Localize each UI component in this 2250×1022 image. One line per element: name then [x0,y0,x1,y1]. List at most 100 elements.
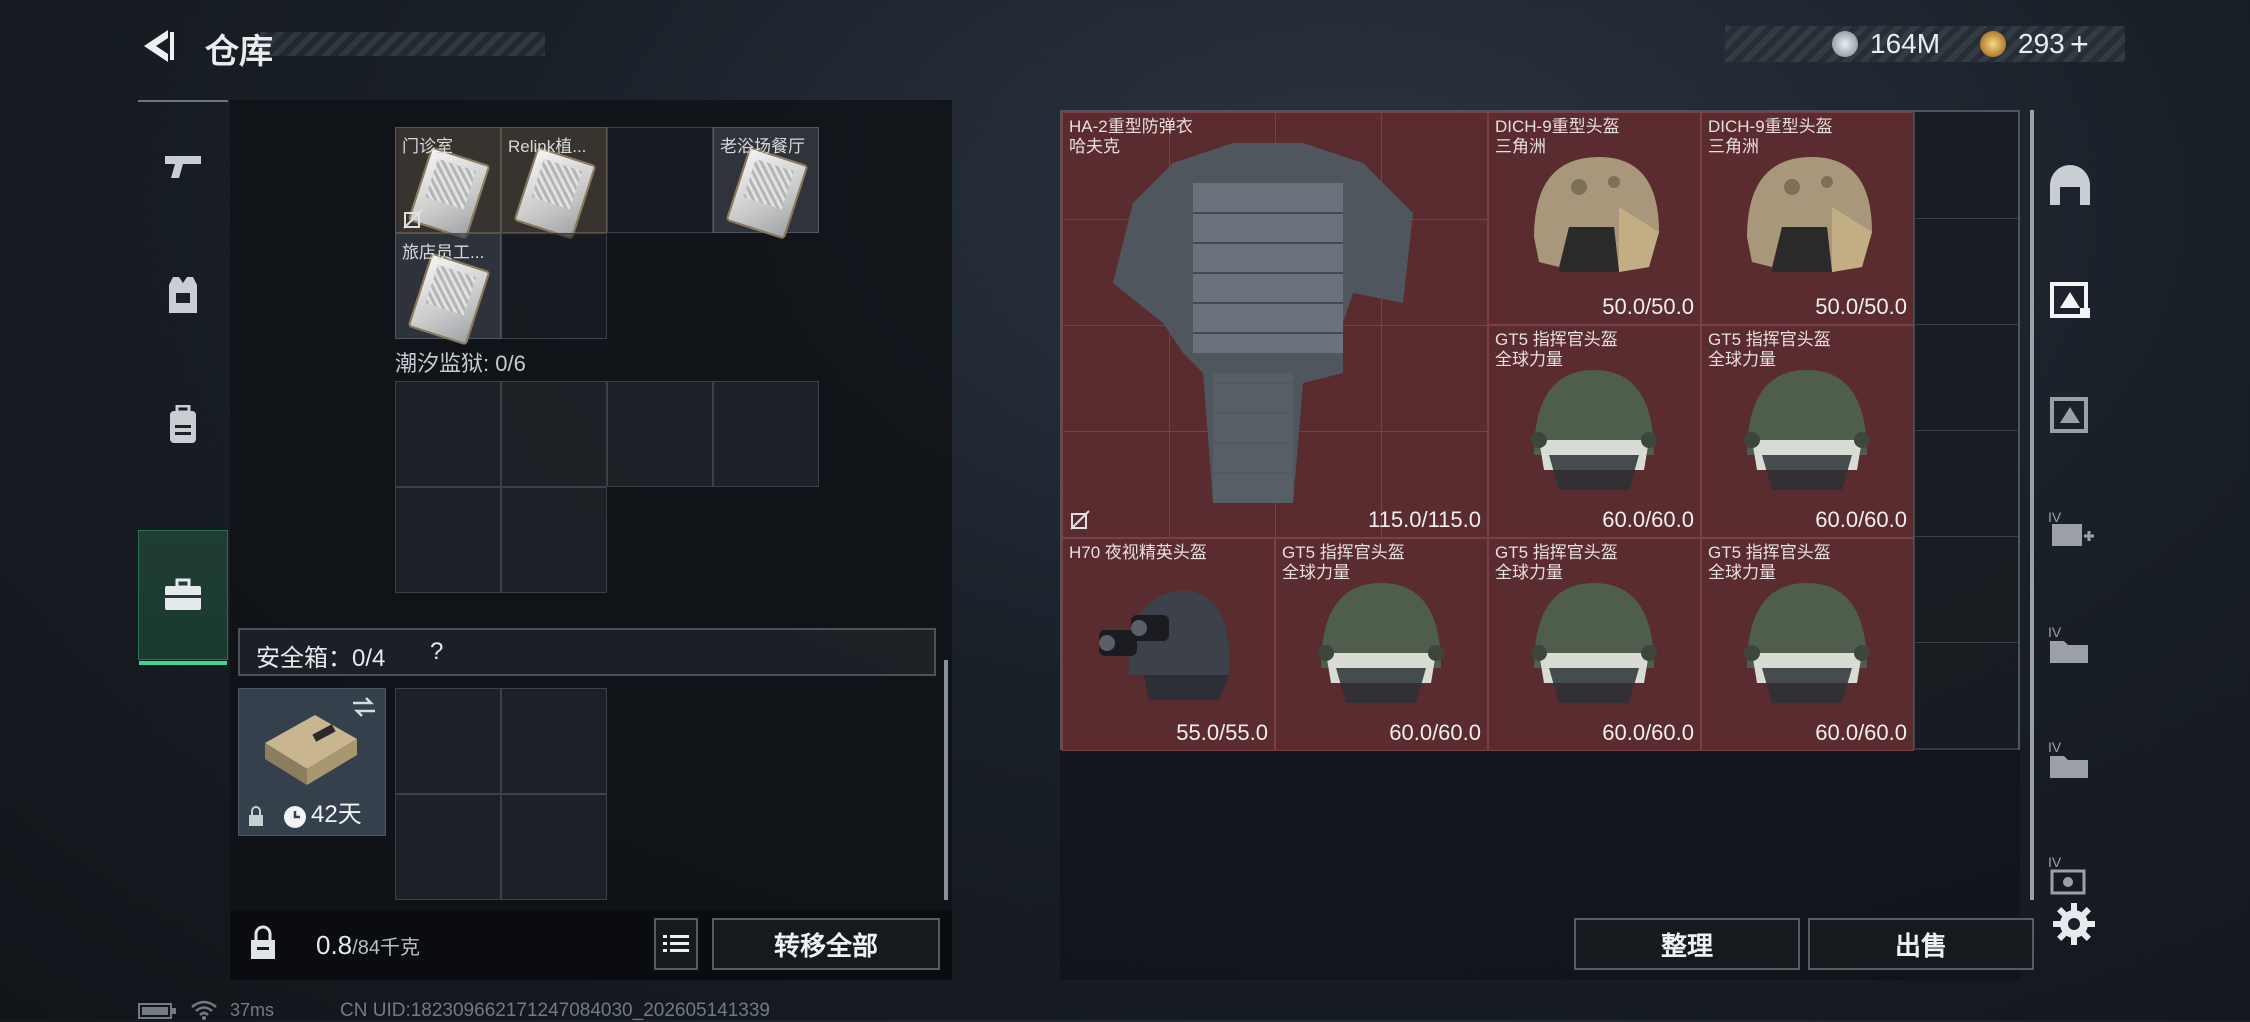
add-currency-button[interactable]: + [2070,26,2089,63]
empty-slot[interactable] [501,381,607,487]
stash-item-helmet[interactable]: GT5 指挥官头盔 全球力量 60.0/60.0 [1701,325,1914,538]
empty-slot[interactable] [713,381,819,487]
empty-slot[interactable] [395,487,501,593]
item-name: DICH-9重型头盔 三角洲 [1708,117,1833,156]
helmet-gt5-image [1531,370,1657,490]
clock-icon [284,806,306,828]
stash-item-helmet[interactable]: GT5 指挥官头盔 全球力量 60.0/60.0 [1275,538,1488,751]
key-card-slot[interactable]: Relink植... [501,127,607,240]
unbound-icon [403,209,423,229]
svg-text:IV: IV [2048,739,2062,755]
empty-slot[interactable] [607,127,713,233]
item-name: GT5 指挥官头盔 全球力量 [1708,330,1831,369]
weight-lock-icon[interactable] [248,925,278,961]
armor-vest-image [1113,143,1413,503]
stash-item-helmet[interactable]: H70 夜视精英头盔 55.0/55.0 [1062,538,1275,751]
empty-slot[interactable] [1914,112,2018,750]
nav-backpack[interactable] [138,360,228,490]
item-durability: 50.0/50.0 [1815,294,1907,319]
storage-box-icon [2050,282,2090,318]
gold-token-icon [1980,31,2006,57]
safebox-days: 42天 [311,801,362,828]
safebox-help-button[interactable]: ? [430,638,443,666]
backpack-icon [170,405,196,443]
nav-weapons[interactable] [138,100,228,232]
key-card-label: Relink植... [508,137,587,156]
item-durability: 60.0/60.0 [1389,720,1481,745]
empty-slot[interactable] [501,688,607,794]
stash-item-helmet[interactable]: GT5 指挥官头盔 全球力量 60.0/60.0 [1488,325,1701,538]
stash-item-helmet[interactable]: DICH-9重型头盔 三角洲 50.0/50.0 [1488,112,1701,325]
stash-item-helmet[interactable]: DICH-9重型头盔 三角洲 50.0/50.0 [1701,112,1914,325]
key-card-slot[interactable]: 老浴场餐厅 [713,127,819,240]
stash-item-helmet[interactable]: GT5 指挥官头盔 全球力量 60.0/60.0 [1701,538,1914,751]
key-card-label: 门诊室 [402,137,453,156]
empty-slot[interactable] [501,233,607,339]
helmet-gt5-image [1744,583,1870,703]
empty-slot[interactable] [501,487,607,593]
armor-vest-icon [169,277,197,313]
weight-current: 0.8 [316,930,353,960]
keycard-icon [725,146,809,240]
left-scrollbar[interactable] [944,660,948,900]
empty-slot[interactable] [395,381,501,487]
currency-coins-value: 164M [1870,28,1941,59]
keycard-icon [513,146,597,240]
helmet-h70-image [1099,590,1230,700]
item-durability: 60.0/60.0 [1602,507,1694,532]
key-card-slot[interactable]: 旅店员工... [395,233,501,346]
page-title: 仓库 [205,33,273,71]
stash-item-helmet[interactable]: GT5 指挥官头盔 全球力量 60.0/60.0 [1488,538,1701,751]
coin-icon [1832,31,1858,57]
svg-text:IV: IV [2048,854,2062,870]
empty-slot[interactable] [395,688,501,794]
item-durability: 60.0/60.0 [1815,507,1907,532]
item-name: GT5 指挥官头盔 全球力量 [1708,543,1831,582]
empty-slot[interactable] [395,794,501,900]
item-durability: 115.0/115.0 [1368,507,1481,532]
vault-icon [2050,165,2090,205]
safebox-item[interactable]: 42天 [238,688,386,836]
safebox-case-icon [265,715,357,785]
nav-armor[interactable] [138,230,228,360]
item-durability: 50.0/50.0 [1602,294,1694,319]
list-view-button[interactable] [654,918,698,970]
sort-button[interactable]: 整理 [1574,918,1800,970]
currency-tokens-value: 293 [2018,28,2065,59]
weight-readout: 0.8/84千克 [316,930,420,961]
prison-section-label: 潮汐监狱: 0/6 [395,351,526,376]
sell-button[interactable]: 出售 [1808,918,2034,970]
svg-text:IV: IV [2048,509,2062,525]
stash-tab-1[interactable] [2030,130,2110,240]
stash-tab-add[interactable]: IV [2030,475,2110,585]
uid-readout: CN UID:18230966217124708403​0_2026051413… [340,1000,770,1021]
keycard-icon [407,252,491,346]
nav-toolbox[interactable] [138,530,228,665]
helmet-dich-image [1747,157,1872,272]
empty-slot[interactable] [607,381,713,487]
lock-icon [249,806,263,826]
back-arrow-icon[interactable] [138,26,178,66]
item-name: HA-2重型防弹衣 哈夫克 [1069,117,1193,156]
stash-item-armor[interactable]: HA-2重型防弹衣 哈夫克 115.0/115.0 [1062,112,1488,538]
item-name: DICH-9重型头盔 三角洲 [1495,117,1620,156]
toolbox-icon [165,578,201,610]
wifi-icon [191,1000,217,1020]
storage-box-icon [2050,397,2088,433]
stash-tab-folder-2[interactable]: IV [2030,705,2110,815]
stash-tab-2[interactable] [2030,245,2110,355]
ping-readout: 37ms [230,1000,275,1020]
item-name: GT5 指挥官头盔 全球力量 [1282,543,1405,582]
empty-slot[interactable] [501,794,607,900]
weight-max: /84千克 [352,937,420,959]
left-nav [138,100,228,680]
settings-gear-icon[interactable] [2052,902,2096,946]
battery-icon [138,1003,176,1019]
helmet-gt5-image [1744,370,1870,490]
folder-icon: IV [2048,624,2088,663]
svg-text:IV: IV [2048,624,2062,640]
stash-tab-3[interactable] [2030,360,2110,470]
transfer-all-button[interactable]: 转移全部 [712,918,940,970]
stash-tab-folder-1[interactable]: IV [2030,590,2110,700]
title-stripe [260,32,545,56]
